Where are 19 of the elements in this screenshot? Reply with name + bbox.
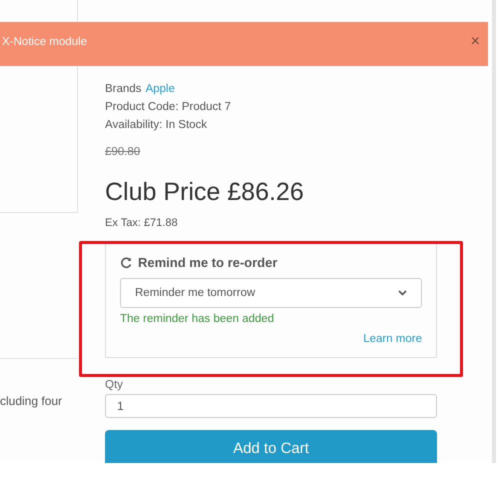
qty-field[interactable]: 1 [105, 394, 437, 418]
reminder-select[interactable]: Reminder me tomorrow [120, 278, 422, 308]
refresh-icon [120, 256, 132, 269]
brand-label: Brands [105, 82, 142, 98]
qty-label: Qty [105, 378, 124, 392]
availability-text: Availability: In Stock [105, 118, 208, 134]
add-to-cart-button[interactable]: Add to Cart [105, 430, 437, 463]
banner-text: X-Notice module [2, 35, 88, 50]
reminder-title: Remind me to re-order [138, 254, 278, 272]
success-message: The reminder has been added [120, 312, 276, 328]
brand-link[interactable]: Apple [145, 80, 175, 98]
learn-more-link[interactable]: Learn more [363, 330, 422, 348]
ex-tax-text: Ex Tax: £71.88 [105, 216, 179, 232]
club-price: Club Price £86.26 [105, 177, 305, 208]
close-button[interactable]: × [470, 34, 480, 50]
chevron-down-icon [398, 290, 407, 296]
product-code: Product Code: Product 7 [105, 100, 232, 116]
old-price: £90.80 [105, 145, 142, 160]
description-text: cluding four [0, 393, 64, 410]
